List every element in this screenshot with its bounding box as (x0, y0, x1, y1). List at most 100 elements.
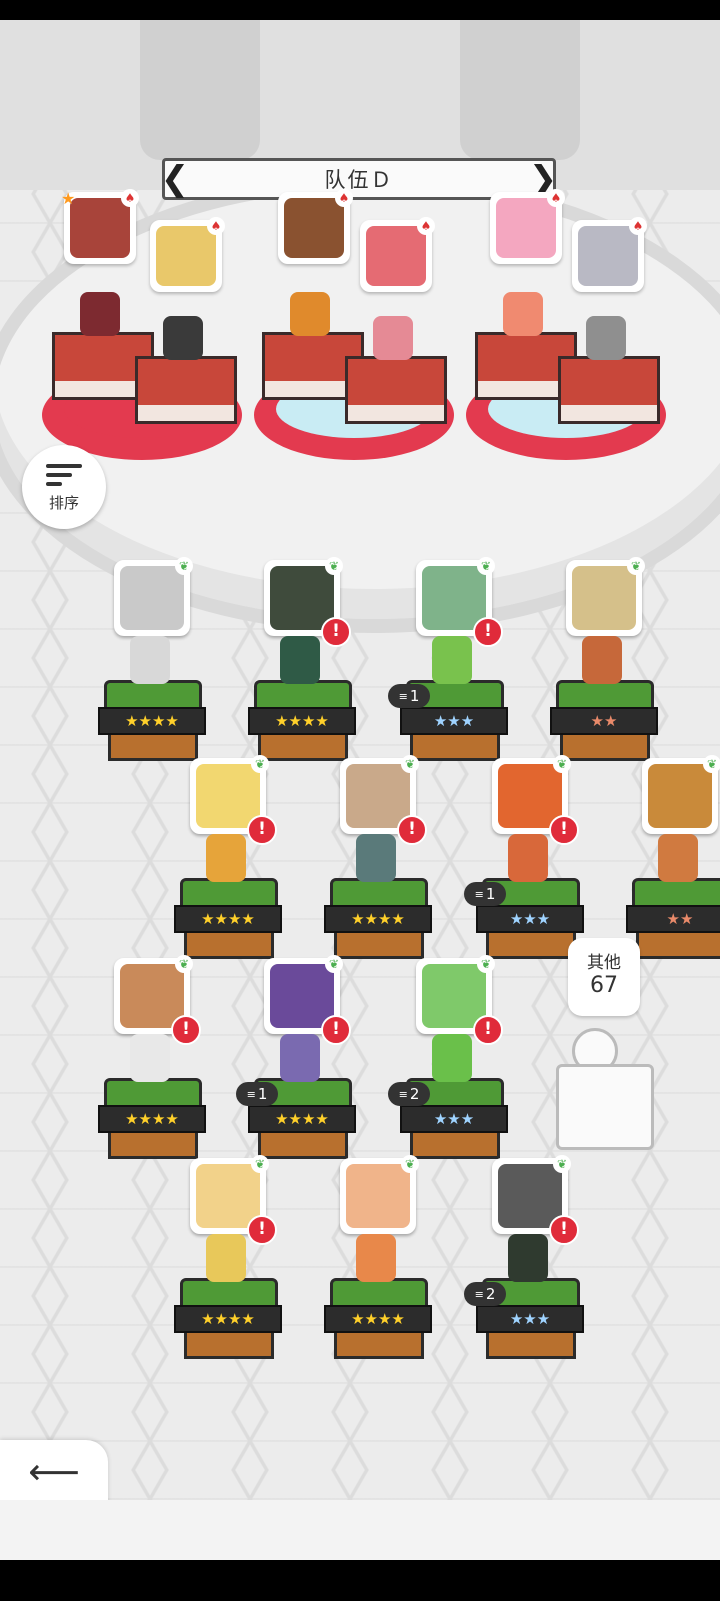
exclamation-icon: ! (247, 1215, 277, 1245)
hero-portrait[interactable]: ❦! (340, 755, 427, 845)
exclamation-icon: ! (321, 617, 351, 647)
star-rating: ★★★★ (324, 905, 432, 933)
leaf-icon: ❦ (703, 755, 720, 773)
leaf-icon: ❦ (175, 557, 193, 575)
portrait-face (498, 764, 562, 828)
hero-card[interactable]: ❦! ★★★ ≡ 2 (388, 955, 512, 1159)
portrait-face (196, 1164, 260, 1228)
hero-stars: ★★★ (509, 1309, 551, 1328)
layers-icon: ≡ (474, 887, 484, 901)
team-character-sprite[interactable] (373, 316, 413, 360)
portrait-face (120, 964, 184, 1028)
spade-icon: ♠ (335, 189, 353, 207)
team-slot-block (135, 356, 237, 424)
hero-sprite (432, 636, 472, 684)
hero-stars: ★★★★ (351, 909, 405, 928)
hero-portrait[interactable]: ❦! (190, 755, 277, 845)
exclamation-icon: ! (549, 815, 579, 845)
hero-portrait[interactable]: ❦ (642, 755, 720, 834)
team-portrait-3[interactable]: ♠ (278, 189, 353, 264)
hero-card[interactable]: ❦! ★★★★ (174, 1155, 286, 1359)
hero-sprite (130, 636, 170, 684)
star-rating: ★★★★ (248, 1105, 356, 1133)
hero-portrait[interactable]: ❦ (114, 557, 193, 636)
arena-pillar-left (140, 20, 260, 160)
hero-portrait[interactable]: ❦! (264, 557, 351, 647)
hero-portrait[interactable]: ❦! (114, 955, 201, 1045)
hero-portrait[interactable]: ❦! (416, 955, 503, 1045)
level-badge: ≡ 1 (464, 882, 506, 906)
team-portrait-4[interactable]: ♠ (360, 217, 435, 292)
team-portrait-5[interactable]: ♠ (490, 189, 565, 264)
level-value: 1 (257, 1085, 268, 1103)
hero-card[interactable]: ❦ ★★★★ (324, 1155, 436, 1359)
portrait-face (648, 764, 712, 828)
hero-card[interactable]: ❦! ★★★★ (98, 955, 210, 1159)
level-badge: ≡ 1 (388, 684, 430, 708)
hero-portrait[interactable]: ❦! (492, 1155, 579, 1245)
hero-portrait[interactable]: ❦! (190, 1155, 277, 1245)
hero-card[interactable]: ❦ ★★★★ (98, 557, 210, 761)
star-rating: ★★★★ (174, 1305, 282, 1333)
hero-card[interactable]: ❦! ★★★★ (324, 755, 436, 959)
hero-sprite (432, 1034, 472, 1082)
hero-stars: ★★★★ (201, 1309, 255, 1328)
hero-card[interactable]: ❦ ★★ (550, 557, 662, 761)
hero-portrait[interactable]: ❦! (264, 955, 351, 1045)
hero-card[interactable]: ❦! ★★★★ ≡ 1 (236, 955, 360, 1159)
team-portrait-6[interactable]: ♠ (572, 217, 647, 292)
team-character-sprite[interactable] (80, 292, 120, 336)
portrait-face (156, 226, 216, 286)
leaf-icon: ❦ (175, 955, 193, 973)
hero-card[interactable]: ❦! ★★★ ≡ 2 (464, 1155, 588, 1359)
hero-card[interactable]: ❦ ★★ (626, 755, 720, 959)
hero-card[interactable]: ❦! ★★★ ≡ 1 (464, 755, 588, 959)
hero-sprite (280, 636, 320, 684)
level-value: 2 (485, 1285, 496, 1303)
hero-sprite (356, 834, 396, 882)
hero-portrait[interactable]: ❦! (416, 557, 503, 647)
others-label: 其他 (587, 953, 621, 973)
portrait-face (496, 198, 556, 258)
star-rating: ★★★ (476, 905, 584, 933)
hero-portrait[interactable]: ❦ (566, 557, 645, 636)
sort-icon (46, 462, 82, 488)
exclamation-icon: ! (171, 1015, 201, 1045)
team-slot-block (558, 356, 660, 424)
hero-portrait[interactable]: ❦ (340, 1155, 419, 1234)
hero-sprite (356, 1234, 396, 1282)
portrait-face (346, 764, 410, 828)
others-slot[interactable]: 其他 67 (548, 938, 658, 1158)
team-character-sprite[interactable] (163, 316, 203, 360)
layers-icon: ≡ (246, 1087, 256, 1101)
portrait-face (70, 198, 130, 258)
hero-card[interactable]: ❦! ★★★ ≡ 1 (388, 557, 512, 761)
star-rating: ★★★★ (248, 707, 356, 735)
team-character-sprite[interactable] (503, 292, 543, 336)
team-character-sprite[interactable] (586, 316, 626, 360)
sort-button[interactable]: 排序 (22, 445, 106, 529)
level-badge: ≡ 2 (388, 1082, 430, 1106)
level-value: 2 (409, 1085, 420, 1103)
arrow-left-icon: ⟵ (28, 1452, 80, 1493)
hero-card[interactable]: ❦! ★★★★ (248, 557, 360, 761)
hero-card[interactable]: ❦! ★★★★ (174, 755, 286, 959)
team-portrait-2[interactable]: ♠ (150, 217, 225, 292)
level-badge: ≡ 1 (236, 1082, 278, 1106)
exclamation-icon: ! (473, 617, 503, 647)
star-rating: ★★ (626, 905, 720, 933)
portrait-face (270, 566, 334, 630)
prev-team-arrow-icon[interactable]: ❮ (161, 159, 190, 199)
hero-sprite (508, 1234, 548, 1282)
hero-portrait[interactable]: ❦! (492, 755, 579, 845)
team-character-sprite[interactable] (290, 292, 330, 336)
hero-stars: ★★★ (433, 711, 475, 730)
team-portrait-1[interactable]: ♠ ★ (61, 189, 139, 264)
level-badge: ≡ 2 (464, 1282, 506, 1306)
star-rating: ★★★ (400, 1105, 508, 1133)
spade-icon: ♠ (417, 217, 435, 235)
sort-label: 排序 (48, 493, 79, 512)
level-value: 1 (409, 687, 420, 705)
leaf-icon: ❦ (627, 557, 645, 575)
spade-icon: ♠ (121, 189, 139, 207)
